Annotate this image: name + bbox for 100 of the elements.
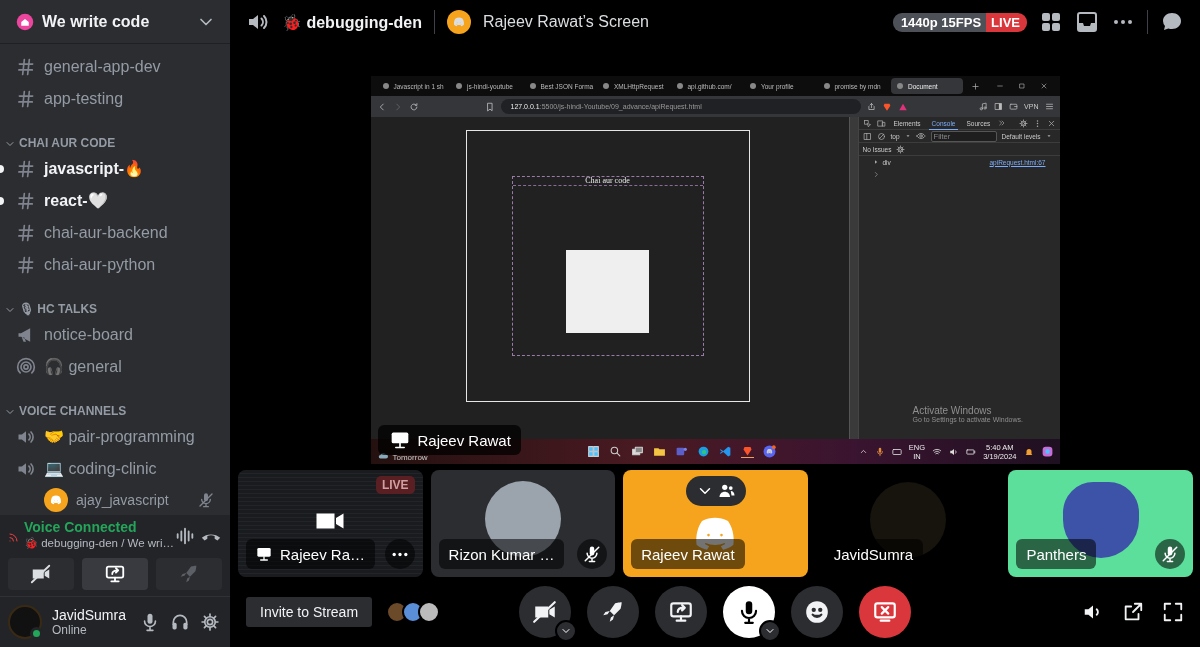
muted-mic-icon [583,545,602,563]
clear-icon[interactable] [876,131,886,141]
start-icon[interactable] [586,445,600,458]
teams-icon[interactable] [674,445,688,458]
headphones-icon[interactable] [170,612,190,632]
voice-member[interactable]: ajay_javascript [8,485,222,515]
settings-icon[interactable] [896,144,906,154]
activation-title: Activate Windows [912,405,993,416]
edge-icon[interactable] [696,445,710,458]
settings-icon[interactable] [1018,118,1028,128]
inspect-icon[interactable] [862,118,872,128]
camera-off-icon [532,599,558,625]
voice-location[interactable]: 🐞 debugging-den / We wri… [24,535,174,552]
invite-to-stream-button[interactable]: Invite to Stream [246,597,373,627]
scrollbar[interactable] [848,117,858,439]
fullscreen-icon[interactable] [1162,601,1184,623]
channel-item[interactable]: chai-aur-backend [8,217,222,249]
screen-share-icon [668,599,694,625]
leave-stream-icon [872,599,898,625]
code-editor-icon[interactable] [718,445,732,458]
volume-icon[interactable] [949,446,960,457]
wallet-icon[interactable] [1009,102,1019,111]
menu-icon[interactable] [1044,102,1054,111]
bookmark-icon[interactable] [484,101,495,112]
tile-options-pill[interactable] [686,476,747,506]
microphone-icon[interactable] [874,446,885,457]
folder-icon[interactable] [652,445,666,458]
sidebar-icon[interactable] [862,131,872,141]
participant-tile[interactable]: Rizon Kumar … [430,470,616,577]
channel-item[interactable]: app-testing [8,83,222,115]
server-header[interactable]: We write code [0,0,230,44]
channel-item[interactable]: react-🤍 [8,185,222,217]
expand-triangle-icon[interactable] [872,159,879,165]
sidebar-icon[interactable] [994,102,1004,111]
favicon-icon [822,82,831,90]
share-icon[interactable] [866,102,876,111]
caret-icon[interactable] [1045,133,1052,139]
share-button[interactable] [655,586,707,638]
voice-status: Voice Connected [24,519,138,535]
more-tabs-icon[interactable] [998,119,1007,127]
leave-button[interactable] [859,586,911,638]
user-avatar[interactable] [8,605,42,639]
maximize-icon[interactable] [1017,82,1026,90]
bell-icon[interactable] [1023,446,1034,457]
search-icon[interactable] [608,445,622,458]
channel-item[interactable]: javascript-🔥 [8,153,222,185]
server-icon [16,12,34,31]
category-heading[interactable]: VOICE CHANNELS [19,404,127,418]
channel-item[interactable]: chai-aur-python [8,249,222,281]
more-button[interactable] [384,539,415,569]
brave-shield-icon[interactable] [881,101,892,112]
device-icon[interactable] [876,118,886,128]
participant-tile[interactable]: Rajeev Rawat [623,470,808,577]
camera-button[interactable] [8,558,74,590]
hash-icon [16,255,36,275]
share-button[interactable] [82,558,148,590]
new-tab-icon[interactable] [970,81,980,91]
online-status-icon [30,627,43,640]
channel-item[interactable]: 🎧 general [8,351,222,383]
brave-icon[interactable] [740,445,754,458]
favicon-icon [675,82,684,90]
inbox-icon[interactable] [1075,10,1099,34]
category-heading[interactable]: 🎙 HC TALKS [19,302,98,316]
battery-icon[interactable] [966,446,977,457]
close-icon[interactable] [1039,82,1048,90]
prompt-icon[interactable] [872,170,880,178]
monitor-icon [256,546,272,562]
hash-icon [16,57,36,77]
pop-out-icon[interactable] [1122,601,1144,623]
grid-layout-icon[interactable] [1039,10,1063,34]
favicon-icon [381,82,390,90]
participant-tile[interactable]: Panthers [1008,470,1193,577]
keyboard-icon[interactable] [891,446,902,457]
hash-icon [16,89,36,109]
live-badge: LIVE [375,476,415,494]
participant-name: Rajeev Ra… [246,539,376,569]
participant-tile[interactable]: LIVE Rajeev Ra… [238,470,423,577]
copilot-icon[interactable] [1040,445,1054,458]
eye-icon[interactable] [915,131,926,141]
channel-item[interactable]: notice-board [8,319,222,351]
settings-icon[interactable] [200,612,220,632]
caret-icon[interactable] [858,447,868,456]
favicon-icon [455,82,463,90]
channel-item[interactable]: general-app-dev [8,51,222,83]
caret-icon[interactable] [904,133,911,139]
discord-icon[interactable] [762,445,776,458]
muted-mic-icon [1160,545,1179,563]
category-heading[interactable]: CHAI AUR CODE [19,136,116,150]
task-view-icon[interactable] [630,445,644,458]
channel-item[interactable]: 🤝 pair-programming [8,421,222,453]
reload-icon[interactable] [408,101,419,112]
music-icon[interactable] [979,102,989,111]
channel-item[interactable]: 💻 coding-clinic [8,453,222,485]
emoji-button[interactable] [791,586,843,638]
avatar-icon [44,488,68,512]
username: JavidSumra [52,607,127,623]
favicon-icon [896,82,904,90]
wifi-icon[interactable] [932,446,943,457]
close-icon[interactable] [1046,118,1056,128]
activity-button[interactable] [587,586,639,638]
